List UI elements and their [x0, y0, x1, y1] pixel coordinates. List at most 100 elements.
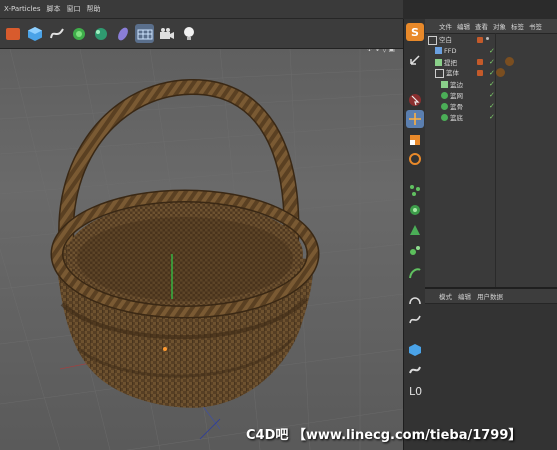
spline-tool-1[interactable] [406, 290, 424, 308]
spline-tool-2[interactable] [406, 310, 424, 328]
object-row[interactable]: 提把 ✓ [425, 56, 557, 67]
cloner-icon [441, 114, 448, 121]
enabled-check[interactable]: ✓ [489, 113, 495, 121]
cube-button[interactable] [25, 24, 44, 43]
mograph-tool-5[interactable] [406, 264, 424, 282]
move-tool[interactable] [406, 110, 424, 128]
om-menu-file[interactable]: 文件 [439, 21, 452, 31]
scale-tool[interactable] [406, 131, 424, 149]
scene-icon [137, 29, 152, 39]
object-row[interactable]: 篮骨 ✓ [425, 100, 557, 111]
s-logo-icon: S [411, 26, 419, 39]
null-tool[interactable]: L0 [406, 381, 424, 399]
menu-window[interactable]: 窗口 [66, 4, 80, 14]
menu-bar: X-Particles 脚本 窗口 帮助 [0, 0, 403, 19]
c4d-window: X-Particles 脚本 窗口 帮助 ✣ ↓ ◊ ▣ S L0 文件 编辑 … [0, 0, 557, 450]
visibility-dot[interactable] [486, 37, 489, 40]
scripts-button[interactable]: S [406, 23, 424, 41]
fracture-icon [410, 246, 420, 255]
material-tag-icon[interactable] [496, 68, 505, 77]
om-menu-edit[interactable]: 编辑 [457, 21, 470, 31]
null-icon [435, 68, 444, 78]
object-manager-menu: 文件 编辑 查看 对象 标签 书签 [425, 19, 557, 34]
viewport-scene [0, 49, 403, 450]
camera-button[interactable] [157, 24, 176, 43]
cloner-icon [410, 205, 420, 215]
sweep-tool[interactable] [406, 361, 424, 379]
viewport-nav-icons[interactable]: ✣ ↓ ◊ ▣ [367, 49, 395, 53]
object-row[interactable]: 篮边 ✓ [425, 78, 557, 89]
array-button[interactable] [91, 24, 110, 43]
sweep-icon [409, 366, 421, 374]
camera-icon [159, 27, 174, 39]
tab-mode[interactable]: 模式 [439, 291, 452, 301]
mograph-tool-1[interactable] [406, 181, 424, 199]
object-name: 篮底 [450, 113, 463, 122]
light-button[interactable] [179, 24, 198, 43]
cube-icon [409, 344, 421, 356]
watermark: C4D吧 【www.linecg.com/tieba/1799】 [246, 428, 522, 443]
menu-x-particles[interactable]: X-Particles [4, 5, 40, 13]
om-menu-view[interactable]: 查看 [475, 21, 488, 31]
mograph-tool-4[interactable] [406, 241, 424, 259]
om-menu-bookmarks[interactable]: 书签 [529, 21, 542, 31]
object-row[interactable]: 篮体 ✓ [425, 67, 557, 78]
menu-help[interactable]: 帮助 [86, 4, 100, 14]
nurbs-icon [72, 27, 85, 40]
tab-edit[interactable]: 编辑 [458, 291, 471, 301]
undo-button[interactable] [3, 24, 22, 43]
scale-icon [410, 135, 420, 145]
tab-user-data[interactable]: 用户数据 [477, 291, 503, 301]
om-menu-object[interactable]: 对象 [493, 21, 506, 31]
spline-button[interactable] [47, 24, 66, 43]
om-menu-tags[interactable]: 标签 [511, 21, 524, 31]
nurbs-button[interactable] [69, 24, 88, 43]
object-manager: 文件 编辑 查看 对象 标签 书签 空白 FFD ✓ 提把 ✓ 篮体 ✓ 篮边 … [425, 19, 557, 287]
object-row[interactable]: 空白 [425, 34, 557, 45]
cube-tool[interactable] [406, 341, 424, 359]
undo-icon [5, 27, 20, 40]
rotate-tool[interactable] [406, 150, 424, 168]
object-row[interactable]: FFD ✓ [425, 45, 557, 56]
spline-icon [49, 27, 64, 38]
ffd-icon [435, 47, 442, 54]
menu-script[interactable]: 脚本 [46, 4, 60, 14]
scene-button[interactable] [135, 24, 154, 43]
mograph-tool-2[interactable] [406, 201, 424, 219]
tool-palette: S L0 [403, 19, 427, 450]
object-row[interactable]: 篮网 ✓ [425, 89, 557, 100]
material-tag-icon[interactable] [505, 57, 514, 66]
enabled-check[interactable]: ✓ [489, 91, 495, 99]
main-toolbar [0, 19, 403, 49]
null-icon: L0 [409, 385, 422, 397]
live-select-tool[interactable] [406, 91, 424, 109]
object-row[interactable]: 篮底 ✓ [425, 111, 557, 122]
layer-swatch [477, 36, 483, 43]
3d-viewport[interactable]: ✣ ↓ ◊ ▣ [0, 49, 403, 450]
attribute-tabs: 模式 编辑 用户数据 [425, 289, 557, 304]
object-name: 篮网 [450, 91, 463, 100]
object-name: 提把 [444, 58, 457, 67]
object-name: 篮体 [446, 69, 459, 78]
null-icon [428, 35, 437, 45]
enabled-check[interactable]: ✓ [489, 47, 495, 55]
light-icon [183, 26, 194, 40]
deformer-button[interactable] [113, 24, 132, 43]
object-name: 空白 [439, 36, 452, 45]
object-name: FFD [444, 46, 457, 55]
mograph-tool-3[interactable] [406, 221, 424, 239]
deformer-icon [117, 27, 128, 40]
sweep-icon [441, 81, 448, 88]
particle-icon [410, 185, 420, 196]
object-name: 篮边 [450, 80, 463, 89]
enabled-check[interactable]: ✓ [489, 69, 495, 77]
spline-wrap-icon [409, 268, 421, 279]
enabled-check[interactable]: ✓ [489, 58, 495, 66]
rotate-icon [409, 153, 421, 165]
cube-icon [27, 26, 42, 41]
object-name: 篮骨 [450, 102, 463, 111]
enabled-check[interactable]: ✓ [489, 80, 495, 88]
layer-swatch [477, 69, 483, 76]
undo-tool[interactable] [406, 51, 424, 69]
enabled-check[interactable]: ✓ [489, 102, 495, 110]
